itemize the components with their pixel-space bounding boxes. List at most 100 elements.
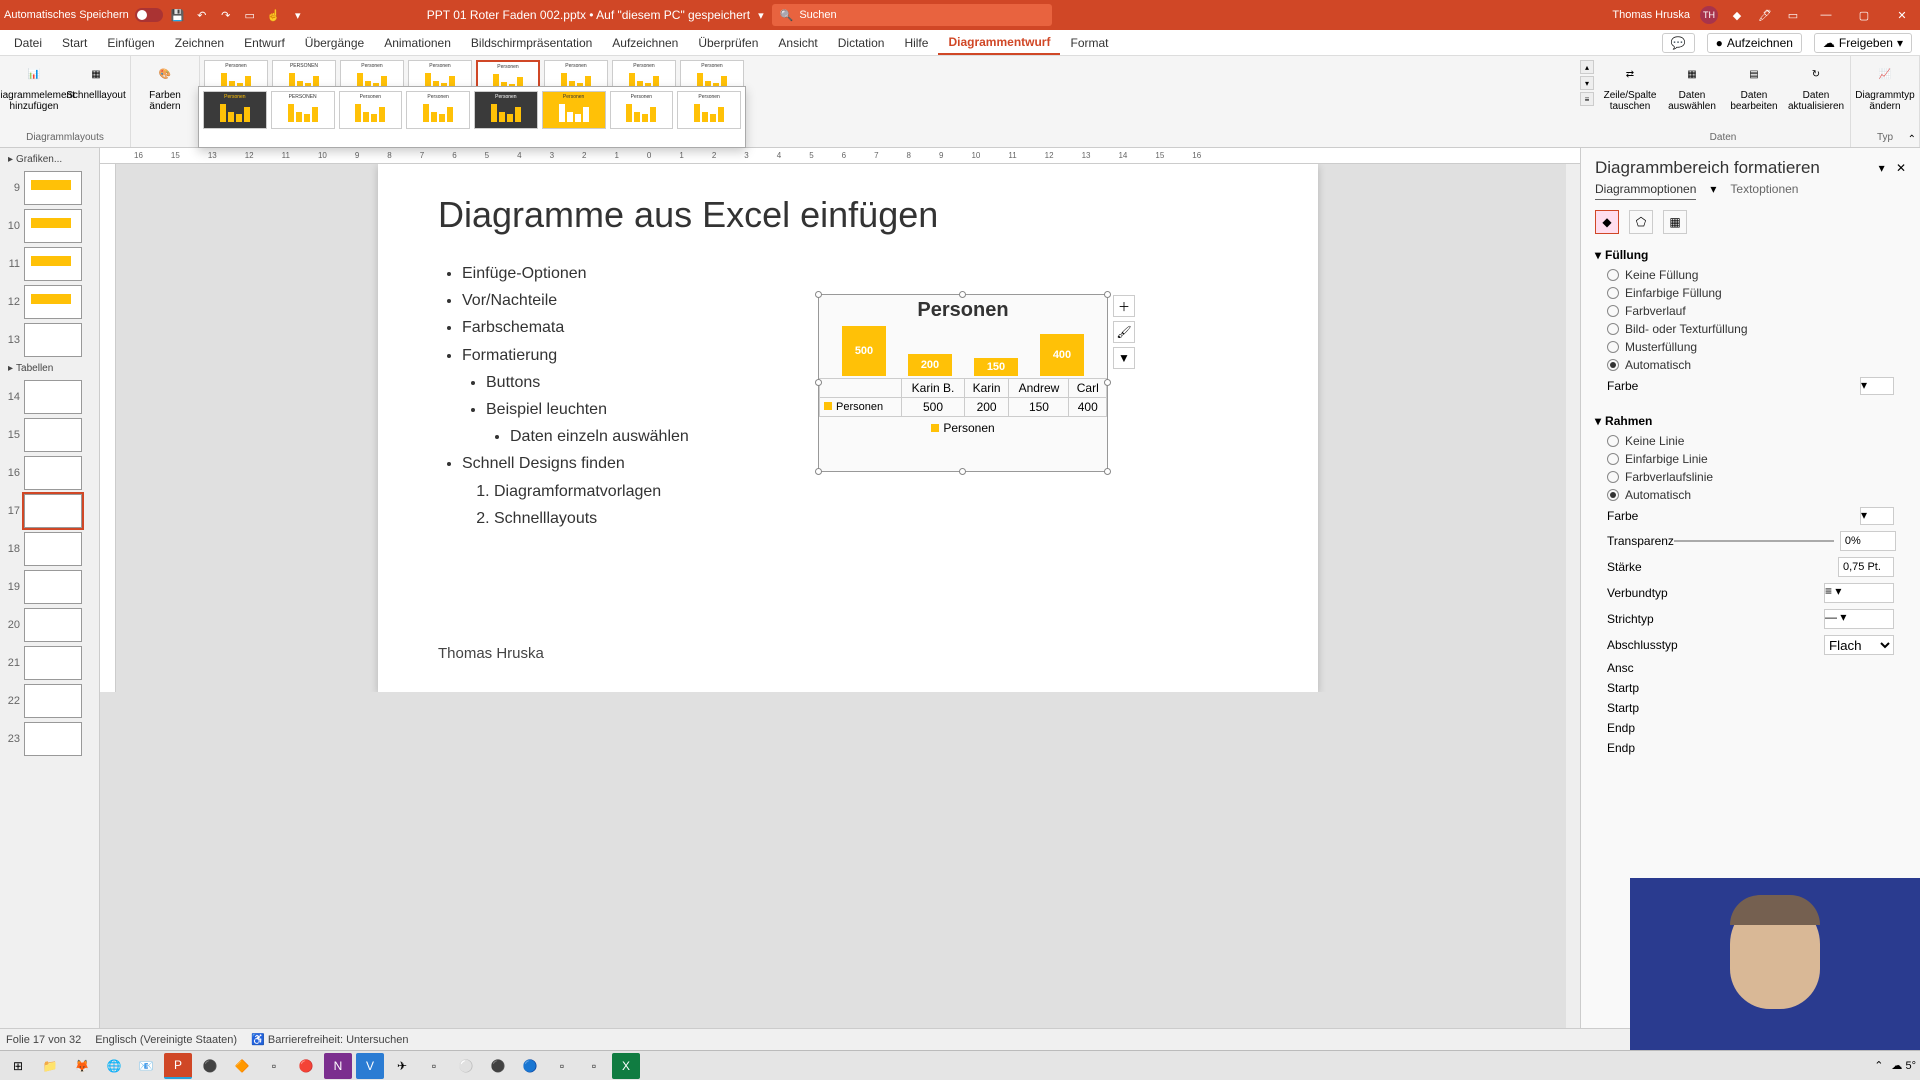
- tab-format[interactable]: Format: [1060, 30, 1118, 55]
- obs-icon[interactable]: ⚫: [196, 1053, 224, 1079]
- slide-thumb-9[interactable]: [24, 171, 82, 205]
- fill-line-tab[interactable]: ◆: [1595, 210, 1619, 234]
- vertical-scrollbar[interactable]: [1566, 164, 1580, 1028]
- tab-datei[interactable]: Datei: [4, 30, 52, 55]
- chart-plot-area[interactable]: 500 200 150 400: [819, 326, 1107, 376]
- chrome-icon[interactable]: 🌐: [100, 1053, 128, 1079]
- slide-thumb-14[interactable]: [24, 380, 82, 414]
- tab-aufzeichnen[interactable]: Aufzeichnen: [602, 30, 688, 55]
- fill-color-button[interactable]: ▾: [1860, 377, 1894, 395]
- powerpoint-icon[interactable]: P: [164, 1053, 192, 1079]
- chart-style-14[interactable]: Personen: [542, 91, 606, 129]
- transparency-input[interactable]: [1840, 531, 1896, 551]
- slide-thumb-18[interactable]: [24, 532, 82, 566]
- width-input[interactable]: [1838, 557, 1894, 577]
- chart-bar[interactable]: 500: [842, 326, 886, 376]
- border-gradient-radio[interactable]: Farbverlaufslinie: [1595, 468, 1906, 486]
- maximize-button[interactable]: ▢: [1850, 0, 1878, 30]
- app-icon-3[interactable]: ▫: [420, 1053, 448, 1079]
- dash-select[interactable]: — ▾: [1824, 609, 1894, 629]
- user-avatar[interactable]: TH: [1700, 6, 1718, 24]
- close-button[interactable]: ✕: [1888, 0, 1916, 30]
- section-tabellen[interactable]: ▸ Tabellen: [2, 359, 97, 378]
- tray-expand-icon[interactable]: ⌃: [1874, 1059, 1883, 1072]
- quicklayout-button[interactable]: ▦ Schnelllayout: [68, 60, 124, 101]
- chart-style-15[interactable]: Personen: [610, 91, 674, 129]
- slide-author[interactable]: Thomas Hruska: [438, 645, 544, 662]
- chart-filter-button[interactable]: ▼: [1113, 347, 1135, 369]
- slide-thumb-12[interactable]: [24, 285, 82, 319]
- fill-gradient-radio[interactable]: Farbverlauf: [1595, 302, 1906, 320]
- chart-bar[interactable]: 150: [974, 358, 1018, 376]
- window-icon[interactable]: ▭: [1784, 6, 1802, 24]
- touch-mode-icon[interactable]: ☝: [265, 6, 283, 24]
- chart-style-12[interactable]: Personen: [406, 91, 470, 129]
- search-box[interactable]: 🔍 Suchen: [772, 4, 1052, 26]
- add-chart-element-button[interactable]: 📊 Diagrammelement hinzufügen: [6, 60, 62, 112]
- effects-tab[interactable]: ⬠: [1629, 210, 1653, 234]
- edit-data-button[interactable]: ▤Daten bearbeiten: [1726, 60, 1782, 112]
- slide-thumb-16[interactable]: [24, 456, 82, 490]
- gem-icon[interactable]: ◆: [1728, 6, 1746, 24]
- border-solid-radio[interactable]: Einfarbige Linie: [1595, 450, 1906, 468]
- fill-solid-radio[interactable]: Einfarbige Füllung: [1595, 284, 1906, 302]
- chart-object[interactable]: ＋ 🖌 ▼ Personen 500 200 150 400: [818, 294, 1108, 472]
- slide-page[interactable]: Diagramme aus Excel einfügen Einfüge-Opt…: [378, 164, 1318, 692]
- app-icon-5[interactable]: ⚫: [484, 1053, 512, 1079]
- chart-style-11[interactable]: Personen: [339, 91, 403, 129]
- weather-widget[interactable]: ☁ 5°: [1891, 1059, 1916, 1072]
- section-grafiken[interactable]: ▸ Grafiken...: [2, 150, 97, 169]
- chart-style-13[interactable]: Personen: [474, 91, 538, 129]
- slide-text-body[interactable]: Einfüge-Optionen Vor/Nachteile Farbschem…: [438, 260, 689, 532]
- tab-text-options[interactable]: Textoptionen: [1730, 182, 1798, 200]
- qat-more-icon[interactable]: ▾: [289, 6, 307, 24]
- language-indicator[interactable]: Englisch (Vereinigte Staaten): [95, 1034, 237, 1046]
- slide-thumbnail-panel[interactable]: ▸ Grafiken... 9 10 11 12 13 ▸ Tabellen 1…: [0, 148, 100, 1028]
- outlook-icon[interactable]: 📧: [132, 1053, 160, 1079]
- tab-ueberpruefen[interactable]: Überprüfen: [688, 30, 768, 55]
- presenter-icon[interactable]: 🖊: [1756, 6, 1774, 24]
- slide-thumb-23[interactable]: [24, 722, 82, 756]
- border-color-button[interactable]: ▾: [1860, 507, 1894, 525]
- slide-thumb-11[interactable]: [24, 247, 82, 281]
- slide-thumb-19[interactable]: [24, 570, 82, 604]
- tab-hilfe[interactable]: Hilfe: [894, 30, 938, 55]
- app-icon-2[interactable]: 🔴: [292, 1053, 320, 1079]
- select-data-button[interactable]: ▦Daten auswählen: [1664, 60, 1720, 112]
- chart-style-9[interactable]: Personen: [203, 91, 267, 129]
- autosave-toggle[interactable]: [135, 8, 163, 22]
- telegram-icon[interactable]: ✈: [388, 1053, 416, 1079]
- format-pane-close[interactable]: ✕: [1896, 161, 1906, 175]
- onenote-icon[interactable]: N: [324, 1053, 352, 1079]
- start-button[interactable]: ⊞: [4, 1053, 32, 1079]
- app-icon-7[interactable]: ▫: [548, 1053, 576, 1079]
- tab-diagrammentwurf[interactable]: Diagrammentwurf: [938, 30, 1060, 55]
- change-chart-type-button[interactable]: 📈Diagrammtyp ändern: [1857, 60, 1913, 112]
- size-tab[interactable]: ▦: [1663, 210, 1687, 234]
- excel-icon[interactable]: X: [612, 1053, 640, 1079]
- slide-thumb-21[interactable]: [24, 646, 82, 680]
- change-colors-button[interactable]: 🎨 Farben ändern: [137, 60, 193, 112]
- chart-title[interactable]: Personen: [819, 295, 1107, 326]
- undo-icon[interactable]: ↶: [193, 6, 211, 24]
- tab-dictation[interactable]: Dictation: [828, 30, 895, 55]
- collapse-ribbon-button[interactable]: ⌃: [1908, 134, 1916, 145]
- slide-thumb-17[interactable]: [24, 494, 82, 528]
- visio-icon[interactable]: V: [356, 1053, 384, 1079]
- chart-styles-button[interactable]: 🖌: [1113, 321, 1135, 343]
- tab-start[interactable]: Start: [52, 30, 97, 55]
- redo-icon[interactable]: ↷: [217, 6, 235, 24]
- start-from-begin-icon[interactable]: ▭: [241, 6, 259, 24]
- cap-select[interactable]: Flach: [1824, 635, 1894, 655]
- minimize-button[interactable]: —: [1812, 0, 1840, 30]
- chart-bar[interactable]: 200: [908, 354, 952, 376]
- slide-thumb-10[interactable]: [24, 209, 82, 243]
- tab-einfuegen[interactable]: Einfügen: [97, 30, 164, 55]
- border-auto-radio[interactable]: Automatisch: [1595, 486, 1906, 504]
- border-none-radio[interactable]: Keine Linie: [1595, 432, 1906, 450]
- refresh-data-button[interactable]: ↻Daten aktualisieren: [1788, 60, 1844, 112]
- chart-style-16[interactable]: Personen: [677, 91, 741, 129]
- gallery-scroll-down[interactable]: ▾: [1580, 76, 1594, 90]
- border-section-header[interactable]: ▾ Rahmen: [1595, 410, 1906, 432]
- gallery-scroll-up[interactable]: ▴: [1580, 60, 1594, 74]
